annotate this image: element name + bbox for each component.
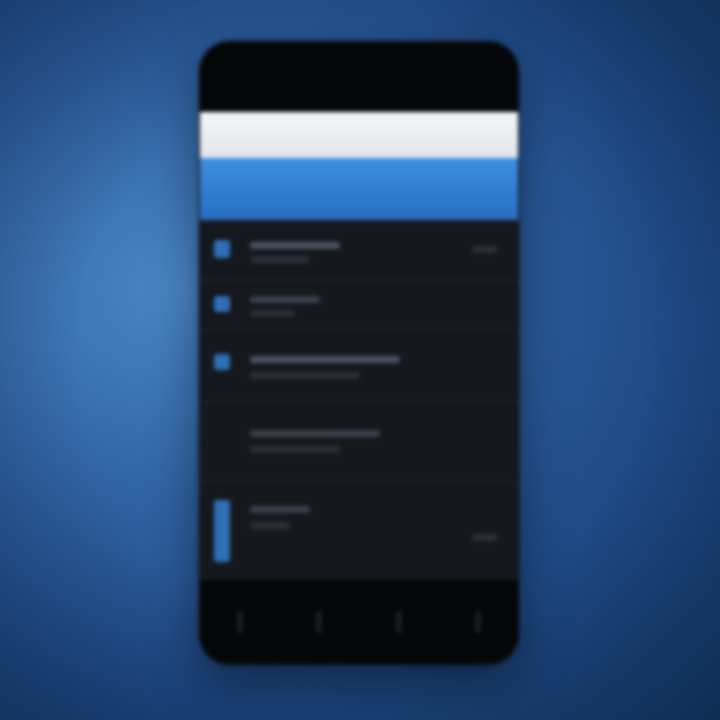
app-header-bar	[200, 112, 518, 158]
list-item-title	[250, 242, 340, 249]
list-item-subtitle	[250, 446, 340, 453]
item-icon	[214, 296, 230, 312]
list-item[interactable]	[200, 482, 518, 580]
list-item[interactable]	[200, 402, 518, 483]
list-item-subtitle	[250, 256, 310, 263]
status-bar	[200, 42, 518, 112]
list-item[interactable]	[200, 220, 518, 281]
smartphone	[200, 42, 518, 664]
settings-icon[interactable]	[461, 605, 495, 639]
item-icon	[214, 500, 230, 562]
list-item-meta	[472, 534, 498, 541]
list-item-title	[250, 430, 380, 437]
list-item-meta	[472, 246, 498, 253]
list-icon[interactable]	[302, 605, 336, 639]
list-item[interactable]	[200, 330, 518, 403]
list-item[interactable]	[200, 280, 518, 331]
list-item-subtitle	[250, 372, 360, 379]
search-icon[interactable]	[382, 605, 416, 639]
list-item-title	[250, 506, 310, 513]
list-item-subtitle	[250, 310, 295, 317]
item-icon	[214, 354, 230, 370]
item-icon	[214, 240, 230, 258]
app-title-bar[interactable]	[200, 158, 518, 220]
bottom-navigation	[200, 580, 518, 664]
home-icon[interactable]	[223, 605, 257, 639]
list-item-subtitle	[250, 522, 290, 529]
list-item-title	[250, 296, 320, 303]
list-item-title	[250, 356, 400, 363]
app-content	[200, 220, 518, 580]
